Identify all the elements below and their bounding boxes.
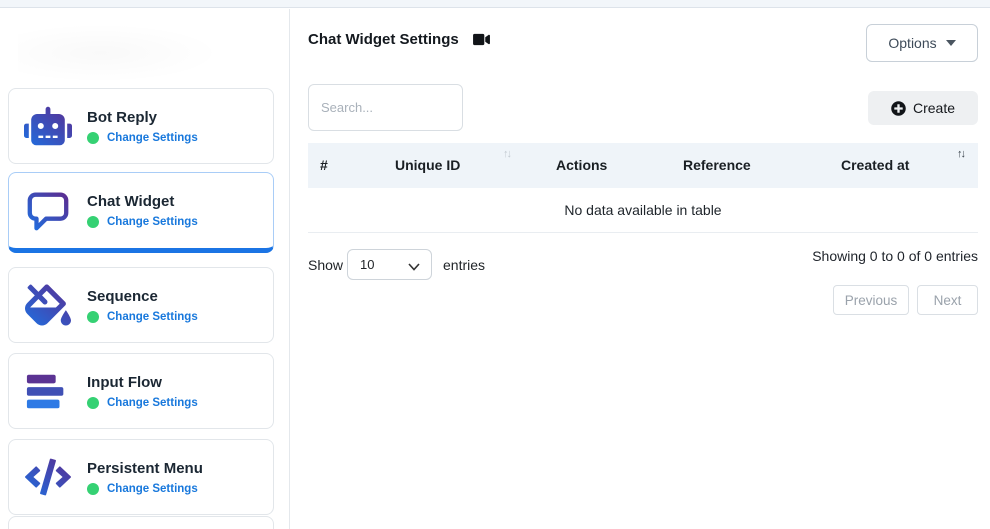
sidebar-item-input-flow[interactable]: Input Flow Change Settings xyxy=(8,353,274,429)
page-title-row: Chat Widget Settings xyxy=(308,31,491,48)
sidebar-item-label: Bot Reply xyxy=(87,109,198,126)
pagination-summary: Showing 0 to 0 of 0 entries xyxy=(812,248,978,264)
create-button-label: Create xyxy=(913,100,955,116)
entries-label: entries xyxy=(443,257,485,273)
options-button-label: Options xyxy=(888,35,936,51)
status-dot xyxy=(87,216,99,228)
page-size-select[interactable]: 10 xyxy=(347,249,432,280)
plus-circle-icon xyxy=(891,101,906,116)
sidebar-item-persistent-menu[interactable]: Persistent Menu Change Settings xyxy=(8,439,274,515)
options-button[interactable]: Options xyxy=(866,24,978,62)
status-dot xyxy=(87,397,99,409)
sidebar-item-label: Sequence xyxy=(87,288,198,305)
change-settings-link[interactable]: Change Settings xyxy=(107,483,198,495)
fill-drip-icon xyxy=(23,281,73,329)
sidebar-item-chat-widget[interactable]: Chat Widget Change Settings xyxy=(8,172,274,253)
next-button[interactable]: Next xyxy=(917,285,978,315)
sidebar-item-label: Persistent Menu xyxy=(87,460,203,477)
column-header-created-at[interactable]: Created at xyxy=(841,157,909,173)
sidebar-item-label: Chat Widget xyxy=(87,193,198,210)
sort-icon-created-at[interactable]: ↑↓ xyxy=(957,148,964,160)
video-camera-icon xyxy=(472,32,491,47)
column-header-index[interactable]: # xyxy=(320,157,328,173)
column-header-actions[interactable]: Actions xyxy=(556,157,607,173)
column-header-unique-id[interactable]: Unique ID xyxy=(395,157,460,173)
caret-down-icon xyxy=(946,40,956,46)
previous-button[interactable]: Previous xyxy=(833,285,909,315)
table-header: # Unique ID ↑↓ Actions Reference Created… xyxy=(308,143,978,188)
robot-icon xyxy=(23,102,73,150)
search-input[interactable] xyxy=(308,84,463,131)
change-settings-link[interactable]: Change Settings xyxy=(107,132,198,144)
code-icon xyxy=(23,453,73,501)
top-strip xyxy=(0,0,990,8)
show-label: Show xyxy=(308,257,343,273)
page-title: Chat Widget Settings xyxy=(308,31,459,48)
sort-icon-unique-id[interactable]: ↑↓ xyxy=(503,148,510,160)
logo-placeholder xyxy=(18,23,223,83)
app-window: Bot Reply Change Settings Chat Widget xyxy=(0,0,990,529)
bars-icon xyxy=(23,367,73,415)
status-dot xyxy=(87,483,99,495)
change-settings-link[interactable]: Change Settings xyxy=(107,216,198,228)
change-settings-link[interactable]: Change Settings xyxy=(107,397,198,409)
chat-bubble-icon xyxy=(23,187,73,235)
create-button[interactable]: Create xyxy=(868,91,978,125)
sidebar-item-partial[interactable] xyxy=(8,516,274,529)
status-dot xyxy=(87,311,99,323)
sidebar-item-bot-reply[interactable]: Bot Reply Change Settings xyxy=(8,88,274,164)
column-header-reference[interactable]: Reference xyxy=(683,157,751,173)
change-settings-link[interactable]: Change Settings xyxy=(107,311,198,323)
status-dot xyxy=(87,132,99,144)
sidebar-item-label: Input Flow xyxy=(87,374,198,391)
table-empty-message: No data available in table xyxy=(308,188,978,233)
sidebar: Bot Reply Change Settings Chat Widget xyxy=(0,9,290,529)
sidebar-item-sequence[interactable]: Sequence Change Settings xyxy=(8,267,274,343)
